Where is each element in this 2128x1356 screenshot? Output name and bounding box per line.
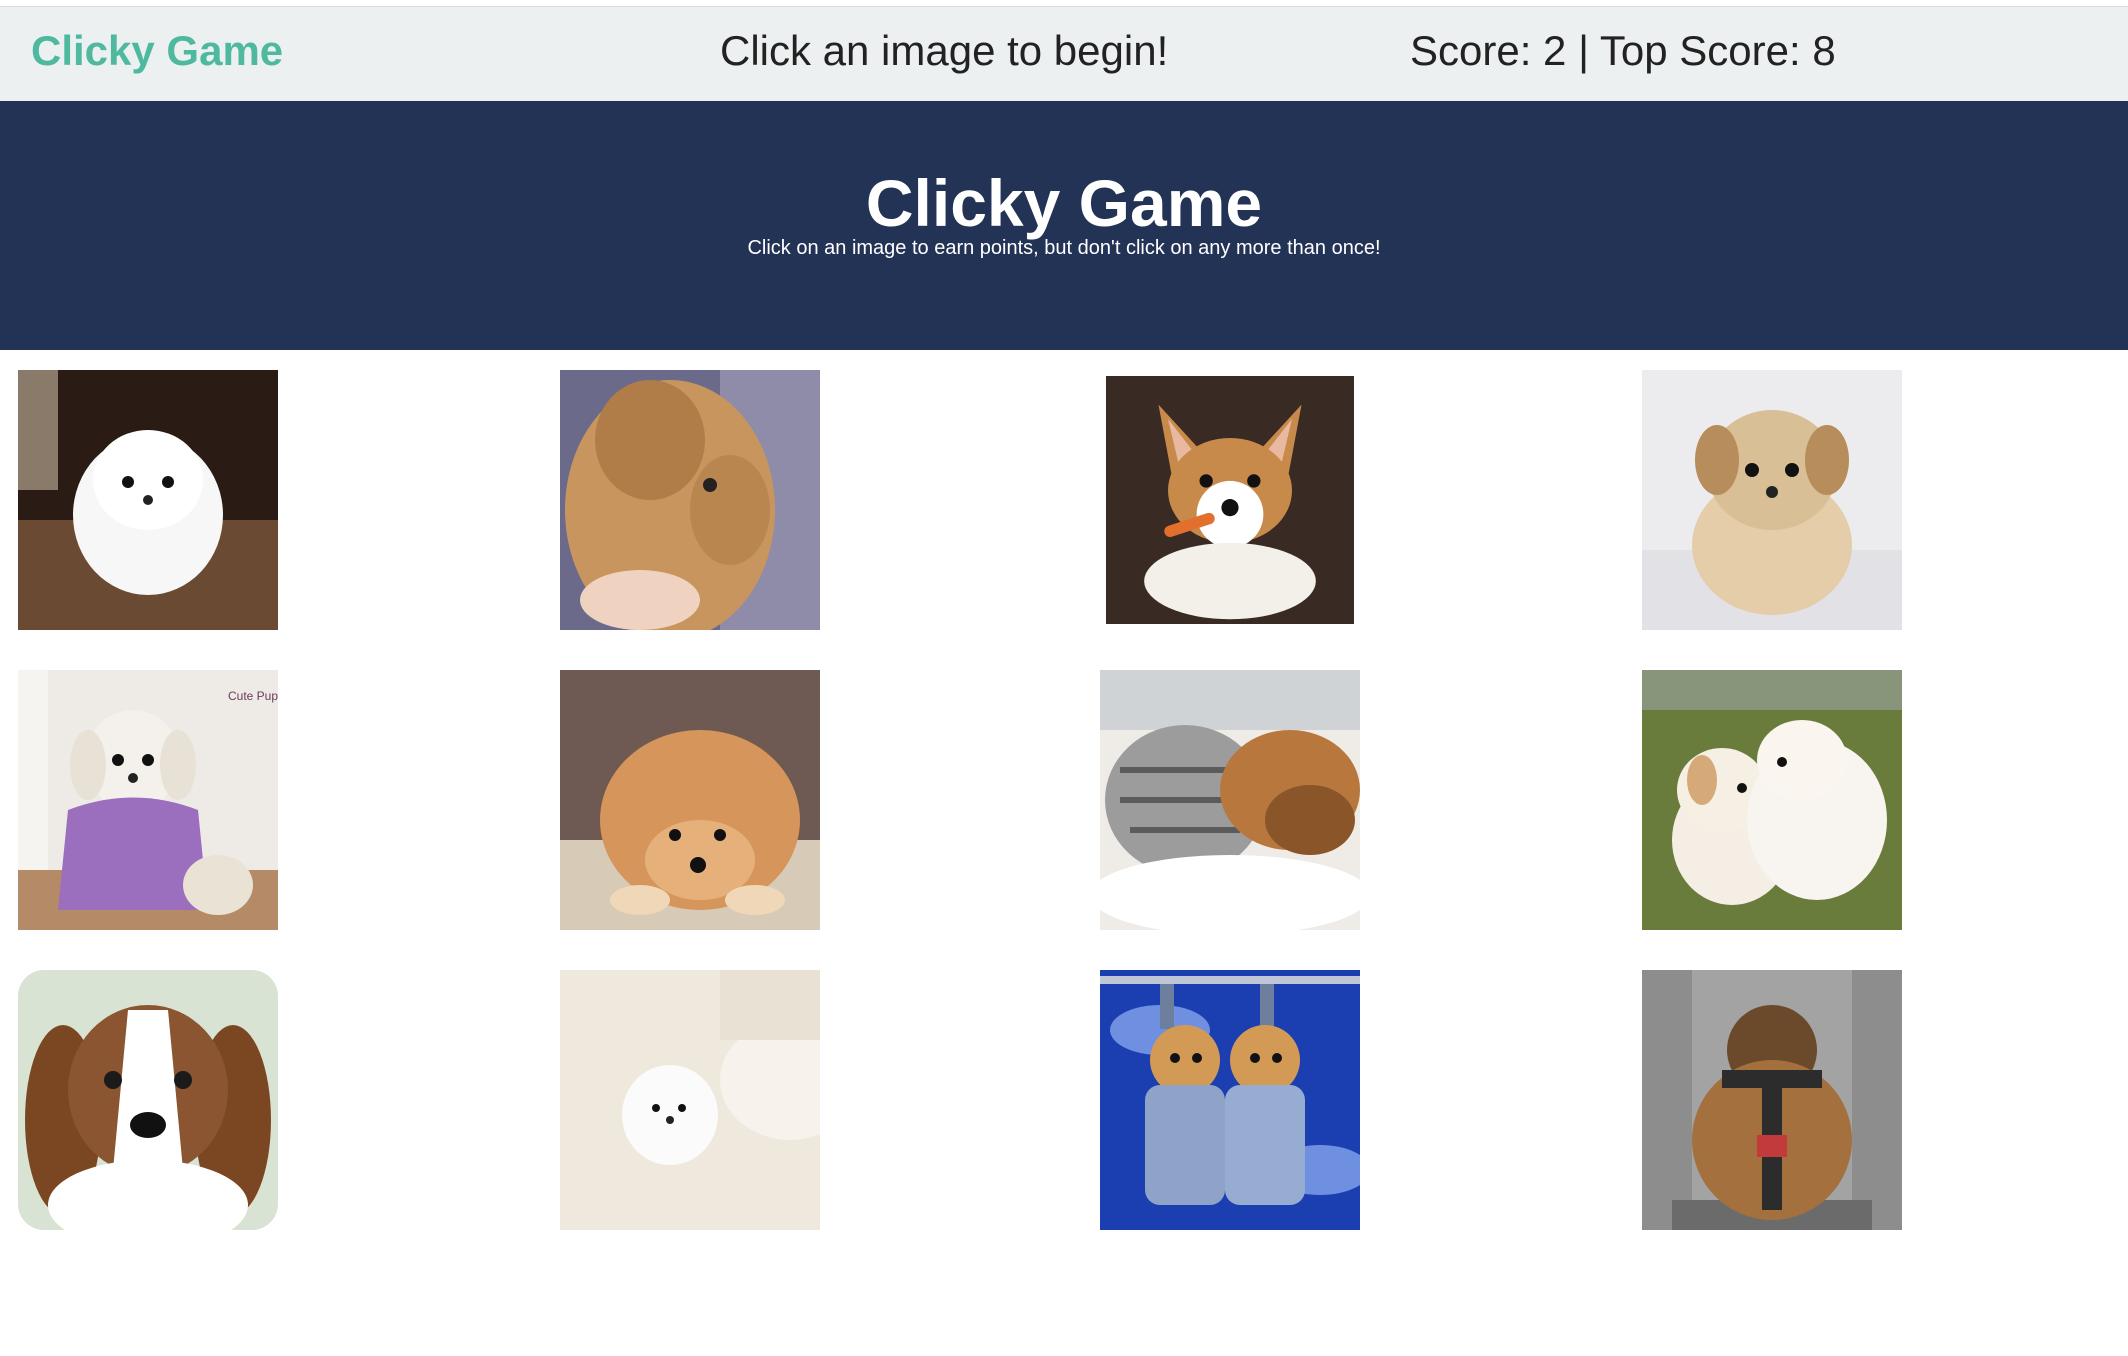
puppy-card-5[interactable]: Cute Puppies	[18, 670, 278, 930]
kitten-and-puppy-sleeping-icon	[1100, 670, 1360, 930]
puppy-card-11[interactable]	[1100, 970, 1360, 1230]
puppy-card-2[interactable]	[560, 370, 820, 630]
tiny-white-pomeranian-icon	[560, 970, 820, 1230]
yorkie-in-car-seat-icon	[1642, 970, 1902, 1230]
puppy-card-7[interactable]	[1100, 670, 1360, 930]
corgi-puppy-icon	[1106, 376, 1354, 624]
navbar: Clicky Game Click an image to begin! Sco…	[0, 7, 2128, 101]
fluffy-cream-puppy-icon	[1642, 370, 1902, 630]
puppy-card-1[interactable]	[18, 370, 278, 630]
orange-pomeranian-lying-icon	[560, 670, 820, 930]
game-message: Click an image to begin!	[720, 27, 1169, 74]
golden-puppy-paw-icon	[560, 370, 820, 630]
puppy-card-9[interactable]	[18, 970, 278, 1230]
puppy-card-6[interactable]	[560, 670, 820, 930]
two-puppies-on-grass-icon	[1642, 670, 1902, 930]
svg-text:Cute Puppies: Cute Puppies	[228, 689, 278, 703]
beagle-puppy-icon	[18, 970, 278, 1230]
puppy-card-3[interactable]	[1106, 376, 1354, 624]
maltese-in-purple-robe-icon: Cute Puppies	[18, 670, 278, 930]
hero-subtitle: Click on an image to earn points, but do…	[747, 237, 1381, 259]
puppies-in-overalls-icon	[1100, 970, 1360, 1230]
puppy-card-4[interactable]	[1642, 370, 1902, 630]
puppy-card-8[interactable]	[1642, 670, 1902, 930]
puppy-card-10[interactable]	[560, 970, 820, 1230]
score-display: Score: 2 | Top Score: 8	[1410, 27, 1836, 74]
puppy-card-12[interactable]	[1642, 970, 1902, 1230]
hero-banner: Clicky Game Click on an image to earn po…	[0, 101, 2128, 350]
white-pomeranian-puppy-icon	[18, 370, 278, 630]
top-border	[0, 0, 2128, 7]
brand-link[interactable]: Clicky Game	[31, 27, 283, 75]
hero-title: Clicky Game	[865, 166, 1263, 240]
